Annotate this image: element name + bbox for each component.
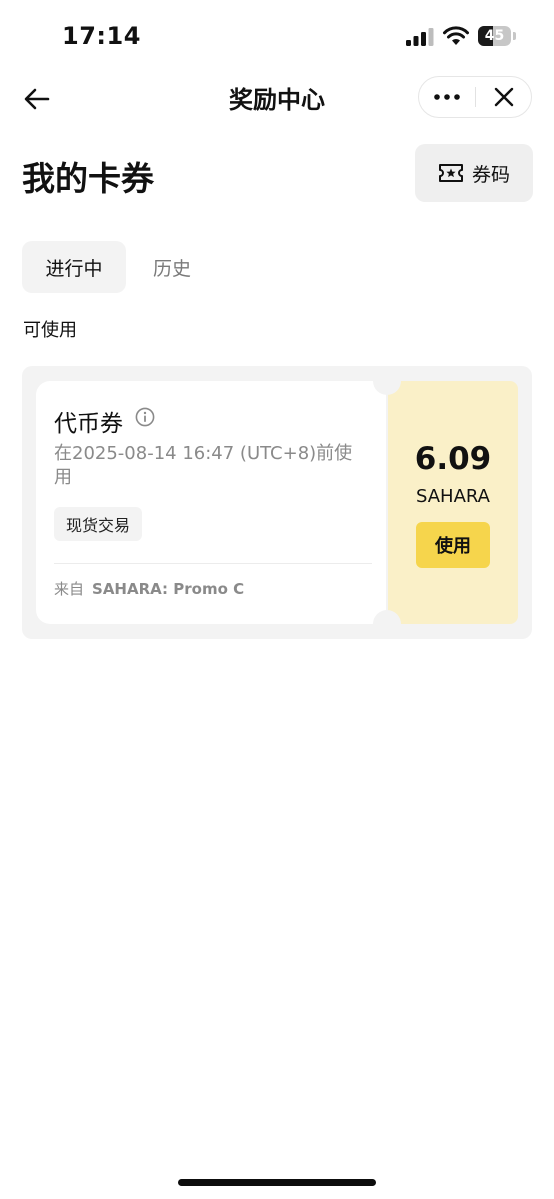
ticket-star-icon bbox=[438, 164, 463, 182]
mini-program-capsule bbox=[418, 76, 532, 118]
coupon-title: 代币券 bbox=[54, 411, 123, 437]
home-indicator bbox=[178, 1179, 376, 1186]
card-divider bbox=[54, 563, 372, 564]
coupon-code-button[interactable]: 券码 bbox=[415, 144, 533, 202]
battery-body: 45 bbox=[478, 26, 511, 46]
close-icon bbox=[494, 87, 514, 107]
coupon-code-label: 券码 bbox=[471, 163, 510, 186]
ticket-notch-bottom bbox=[373, 610, 401, 638]
battery-tip bbox=[513, 32, 516, 40]
ticket-notch-top bbox=[373, 367, 401, 395]
status-time: 17:14 bbox=[62, 22, 141, 50]
coupon-card: 代币券 在2025-08-14 16:47 (UTC+8)前使用 现货交易 来自… bbox=[22, 366, 532, 639]
page-title: 我的卡券 bbox=[22, 159, 154, 198]
tab-history[interactable]: 历史 bbox=[140, 241, 204, 293]
battery-level: 45 bbox=[484, 28, 505, 44]
coupon-expiry: 在2025-08-14 16:47 (UTC+8)前使用 bbox=[54, 443, 353, 488]
info-icon[interactable] bbox=[135, 407, 155, 427]
coupon-currency: SAHARA bbox=[415, 486, 490, 507]
coupon-scope-tag: 现货交易 bbox=[54, 507, 143, 541]
wifi-icon bbox=[443, 26, 469, 45]
more-dots-icon bbox=[434, 94, 460, 100]
close-button[interactable] bbox=[476, 77, 532, 117]
more-button[interactable] bbox=[419, 77, 475, 117]
use-coupon-button[interactable]: 使用 bbox=[416, 522, 490, 568]
tab-in-progress[interactable]: 进行中 bbox=[22, 241, 126, 293]
battery-indicator: 45 bbox=[478, 26, 516, 46]
coupon-source: 来自 SAHARA: Promo C bbox=[54, 578, 244, 599]
coupon-amount: 6.09 bbox=[414, 441, 492, 477]
source-name: SAHARA: Promo C bbox=[92, 580, 245, 598]
source-prefix: 来自 bbox=[54, 580, 85, 598]
cellular-signal-icon bbox=[406, 28, 434, 46]
coupon-page: 17:14 45 奖励中心 我的卡券 券码 进行中 历史 可使用 代币券 在20… bbox=[0, 0, 554, 1199]
section-available-label: 可使用 bbox=[23, 320, 77, 341]
